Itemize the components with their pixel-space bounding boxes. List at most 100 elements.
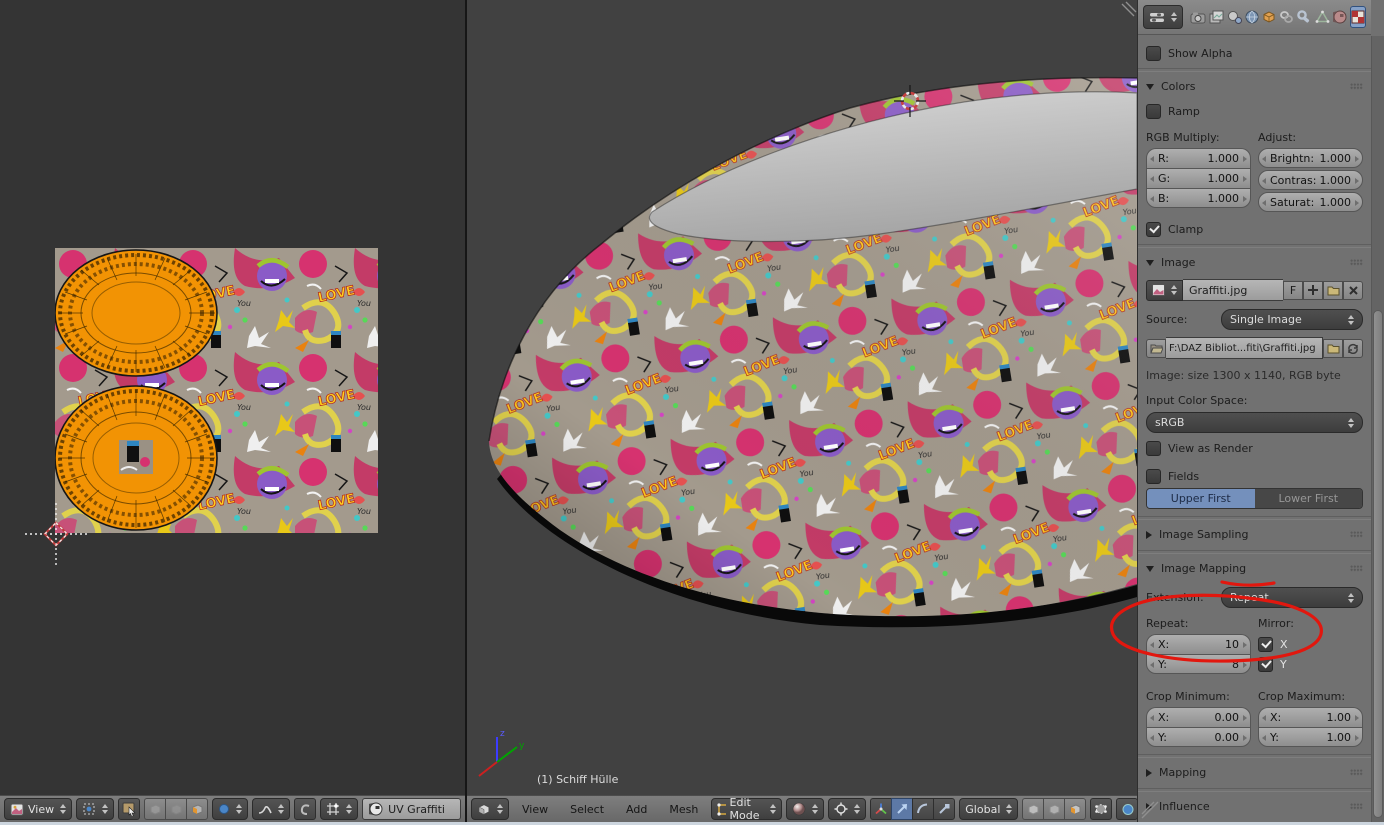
colors-panel-header[interactable]: Colors <box>1146 78 1363 95</box>
repeat-y-field[interactable]: Y: 8 <box>1146 654 1251 674</box>
uv-island-top[interactable] <box>55 249 218 377</box>
fake-user-button[interactable]: F <box>1283 280 1303 300</box>
rotate-manipulator-button[interactable] <box>912 798 934 820</box>
unlink-image-button[interactable] <box>1343 280 1363 300</box>
properties-editor-type[interactable] <box>1143 5 1183 29</box>
tab-texture[interactable] <box>1350 6 1366 28</box>
manipulator-toggle-button[interactable] <box>870 798 892 820</box>
panel-drag-dots-icon[interactable] <box>1350 83 1363 90</box>
mirror-y-checkbox[interactable] <box>1258 656 1273 672</box>
orientation-dropdown[interactable]: Global <box>959 798 1019 820</box>
menu-select[interactable]: Select <box>561 803 613 816</box>
uv-snap-target[interactable] <box>320 798 359 820</box>
fields-checkbox[interactable] <box>1146 469 1161 484</box>
menu-mesh[interactable]: Mesh <box>660 803 707 816</box>
tab-material[interactable] <box>1333 6 1347 28</box>
panel-drag-dots-icon[interactable] <box>1350 259 1363 266</box>
rgb-b-field[interactable]: B: 1.000 <box>1146 188 1251 208</box>
contrast-field[interactable]: Contras: 1.000 <box>1258 170 1363 190</box>
tab-constraints[interactable] <box>1279 6 1294 28</box>
tab-render[interactable] <box>1190 6 1206 28</box>
tab-modifiers[interactable] <box>1297 6 1312 28</box>
tab-scene[interactable] <box>1227 6 1242 28</box>
mapping-panel-header[interactable]: Mapping <box>1146 764 1363 781</box>
area-divider[interactable] <box>465 0 467 823</box>
snap-toggle-button[interactable] <box>1116 798 1139 820</box>
image-browse-button[interactable] <box>1146 279 1183 301</box>
3d-viewport[interactable]: z y (1) Schiff Hülle <box>467 0 1137 823</box>
scale-manipulator-button[interactable] <box>933 798 956 820</box>
image-name-field[interactable]: Graffiti.jpg <box>1183 279 1283 301</box>
ramp-checkbox[interactable] <box>1146 104 1161 119</box>
file-browse-button[interactable] <box>1146 338 1166 358</box>
view-as-render-checkbox[interactable] <box>1146 441 1161 456</box>
crop-min-y-field[interactable]: Y: 0.00 <box>1146 727 1251 747</box>
crop-max-y-field[interactable]: Y: 1.00 <box>1258 727 1363 747</box>
properties-scrollbar[interactable] <box>1371 36 1384 825</box>
extension-dropdown[interactable]: Repeat <box>1221 587 1363 608</box>
hull-body[interactable] <box>467 0 1137 760</box>
hull-mesh-canvas[interactable]: z y <box>467 0 1137 795</box>
menu-add[interactable]: Add <box>617 803 656 816</box>
filepath-folder-button[interactable] <box>1323 338 1343 358</box>
tab-object-data[interactable] <box>1315 6 1330 28</box>
uv-texture-name-field[interactable]: UV Graffiti <box>362 798 461 820</box>
scale-arrow-icon <box>939 804 950 814</box>
image-panel-header[interactable]: Image <box>1146 254 1363 271</box>
upper-first-button[interactable]: Upper First <box>1147 489 1255 508</box>
menu-view[interactable]: View <box>513 803 557 816</box>
crop-min-x-field[interactable]: X: 0.00 <box>1146 707 1251 727</box>
ramp-row: Ramp <box>1146 104 1363 119</box>
clamp-checkbox[interactable] <box>1146 222 1161 237</box>
face-select-button[interactable] <box>1064 798 1087 820</box>
uv-sticky-selection[interactable] <box>212 798 249 820</box>
panel-drag-dots-icon[interactable] <box>1350 803 1363 810</box>
mirror-x-checkbox[interactable] <box>1258 636 1273 652</box>
mode-dropdown[interactable]: Edit Mode <box>711 796 783 822</box>
source-dropdown[interactable]: Single Image <box>1221 309 1363 330</box>
limit-selection-visible-button[interactable] <box>1090 798 1113 820</box>
brightness-field[interactable]: Brightn: 1.000 <box>1258 148 1363 168</box>
uv-pivot-selector[interactable] <box>76 798 115 820</box>
uv-texture-image[interactable] <box>55 248 378 533</box>
show-alpha-checkbox[interactable] <box>1146 46 1161 61</box>
image-mapping-panel-header[interactable]: Image Mapping <box>1146 560 1363 577</box>
colorspace-dropdown[interactable]: sRGB <box>1146 412 1363 433</box>
rgb-g-field[interactable]: G: 1.000 <box>1146 168 1251 188</box>
filepath-field[interactable]: F:\DAZ Bibliot...fiti\Graffiti.jpg <box>1166 337 1323 359</box>
viewport-editor-type[interactable] <box>471 798 509 820</box>
open-image-button[interactable] <box>1323 280 1343 300</box>
viewport-shading-selector[interactable] <box>786 798 825 820</box>
crop-max-x-field[interactable]: X: 1.00 <box>1258 707 1363 727</box>
uv-edge-mode-button[interactable] <box>165 798 187 820</box>
uv-view-menu[interactable]: View <box>4 798 73 820</box>
rgb-r-field[interactable]: R: 1.000 <box>1146 148 1251 168</box>
tab-render-layers[interactable] <box>1209 6 1224 28</box>
uv-face-mode-button[interactable] <box>186 798 209 820</box>
uv-image-editor[interactable] <box>0 0 465 823</box>
influence-panel-header[interactable]: Influence <box>1146 798 1363 815</box>
uv-proportional-falloff[interactable] <box>252 798 291 820</box>
translate-manipulator-button[interactable] <box>891 798 913 820</box>
pivot-point-selector[interactable] <box>828 798 867 820</box>
uv-snap-toggle-button[interactable] <box>294 798 317 820</box>
panel-drag-dots-icon[interactable] <box>1350 531 1363 538</box>
image-sampling-panel-header[interactable]: Image Sampling <box>1146 526 1363 543</box>
repeat-x-field[interactable]: X: 10 <box>1146 634 1251 654</box>
panel-drag-dots-icon[interactable] <box>1350 769 1363 776</box>
panel-drag-dots-icon[interactable] <box>1350 565 1363 572</box>
area-corner-widget[interactable] <box>1121 1 1137 17</box>
uv-2d-cursor[interactable] <box>25 503 87 565</box>
lower-first-button[interactable]: Lower First <box>1254 489 1362 508</box>
tab-world[interactable] <box>1245 6 1259 28</box>
camera-icon <box>1190 12 1206 23</box>
uv-vertex-mode-button[interactable] <box>144 798 166 820</box>
saturation-field[interactable]: Saturat: 1.000 <box>1258 192 1363 212</box>
reload-image-button[interactable] <box>1343 338 1363 358</box>
scrollbar-thumb[interactable] <box>1373 310 1383 818</box>
edge-select-button[interactable] <box>1043 798 1065 820</box>
tab-object[interactable] <box>1262 6 1276 28</box>
vertex-select-button[interactable] <box>1022 798 1044 820</box>
uv-sync-selection-button[interactable] <box>118 798 141 820</box>
new-image-button[interactable] <box>1303 280 1323 300</box>
